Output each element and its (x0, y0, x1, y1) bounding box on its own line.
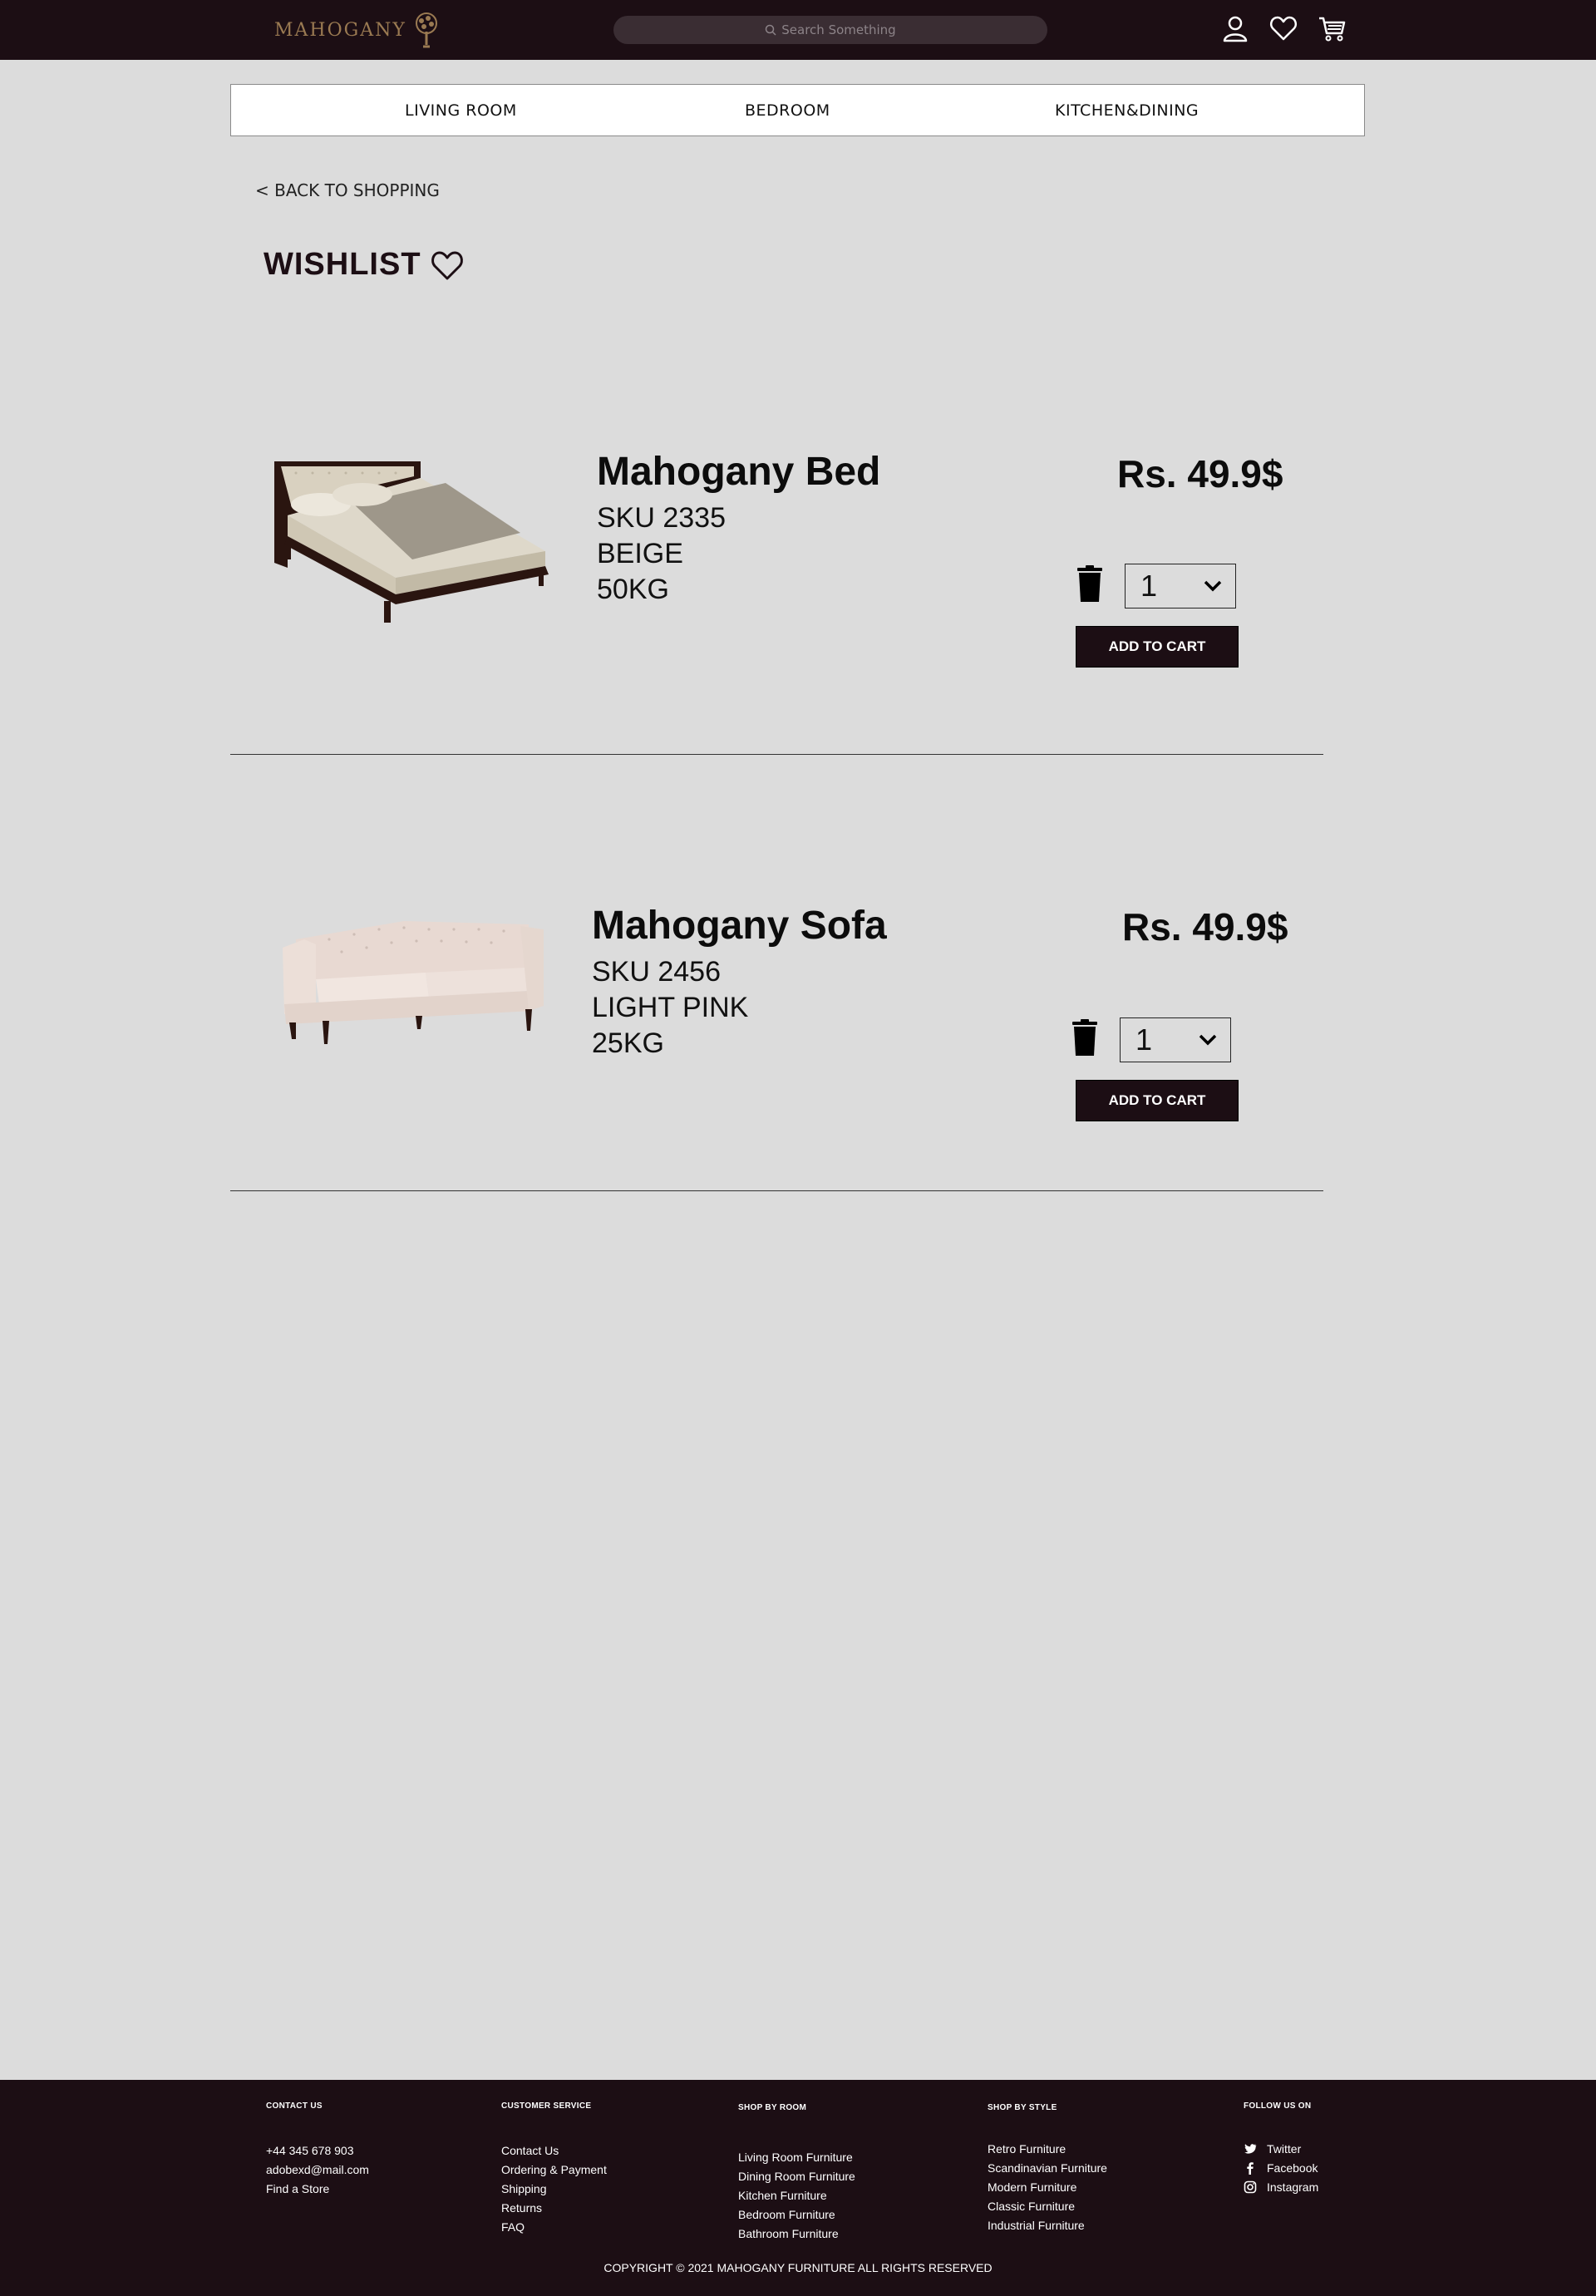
cart-icon[interactable] (1317, 13, 1347, 43)
trash-icon[interactable] (1076, 565, 1104, 604)
instagram-label: Instagram (1267, 2180, 1319, 2194)
twitter-icon (1244, 2144, 1257, 2154)
add-to-cart-button[interactable]: ADD TO CART (1076, 626, 1239, 668)
search-input[interactable]: Search Something (613, 16, 1047, 44)
trash-icon[interactable] (1071, 1019, 1099, 1057)
phone-number: +44 345 678 903 (266, 2144, 354, 2157)
footer-link[interactable]: FAQ (501, 2220, 607, 2234)
product-price: Rs. 49.9$ (1122, 905, 1288, 948)
product-name[interactable]: Mahogany Sofa (592, 903, 887, 948)
quantity-value: 1 (1140, 569, 1158, 603)
category-nav: LIVING ROOM BEDROOM KITCHEN&DINING (230, 84, 1365, 136)
page-title-text: WISHLIST (264, 247, 421, 282)
footer-link[interactable]: Classic Furniture (988, 2200, 1107, 2213)
nav-living-room[interactable]: LIVING ROOM (405, 101, 517, 120)
footer-link[interactable]: Modern Furniture (988, 2180, 1107, 2194)
chevron-down-icon (1204, 580, 1222, 592)
page-title: WISHLIST (264, 247, 465, 283)
back-to-shopping-link[interactable]: < BACK TO SHOPPING (255, 180, 440, 200)
sofa-image[interactable] (279, 914, 549, 1049)
logo[interactable]: MAHOGANY (274, 8, 443, 52)
footer-heading: SHOP BY ROOM (738, 2103, 807, 2112)
quantity-value: 1 (1135, 1022, 1153, 1057)
divider (230, 754, 1323, 755)
footer-link[interactable]: Living Room Furniture (738, 2151, 855, 2164)
footer-link[interactable]: Dining Room Furniture (738, 2170, 855, 2183)
heart-icon (431, 251, 463, 279)
product-name[interactable]: Mahogany Bed (597, 449, 880, 495)
footer-shop-by-room: SHOP BY ROOM Living Room Furniture Dinin… (738, 2103, 855, 2246)
logo-text: MAHOGANY (274, 19, 406, 41)
footer-link[interactable]: Scandinavian Furniture (988, 2161, 1107, 2175)
footer-link[interactable]: Contact Us (501, 2144, 607, 2157)
email-link[interactable]: adobexd@mail.com (266, 2163, 369, 2176)
footer-heading: SHOP BY STYLE (988, 2103, 1057, 2112)
top-bar: MAHOGANY Search Something (0, 0, 1596, 60)
nav-bedroom[interactable]: BEDROOM (745, 101, 830, 120)
product-sku: SKU 2456 (592, 956, 721, 988)
copyright: COPYRIGHT © 2021 MAHOGANY FURNITURE ALL … (603, 2261, 993, 2274)
footer-link[interactable]: Bathroom Furniture (738, 2227, 855, 2240)
heart-icon[interactable] (1268, 13, 1298, 43)
footer-link[interactable]: Bedroom Furniture (738, 2208, 855, 2221)
footer-link[interactable]: Industrial Furniture (988, 2219, 1107, 2232)
find-store-link[interactable]: Find a Store (266, 2182, 369, 2195)
footer-customer-service: CUSTOMER SERVICE Contact Us Ordering & P… (501, 2101, 607, 2239)
twitter-link[interactable]: Twitter (1244, 2142, 1318, 2156)
chevron-down-icon (1199, 1034, 1217, 1046)
footer-heading: CUSTOMER SERVICE (501, 2101, 592, 2111)
bed-image[interactable] (271, 453, 555, 628)
instagram-link[interactable]: Instagram (1244, 2180, 1318, 2194)
footer-heading: FOLLOW US ON (1244, 2101, 1312, 2111)
search-icon (766, 24, 776, 36)
facebook-link[interactable]: Facebook (1244, 2161, 1318, 2175)
twitter-label: Twitter (1267, 2142, 1302, 2156)
product-weight: 25KG (592, 1027, 664, 1059)
product-sku: SKU 2335 (597, 502, 726, 534)
footer-contact: CONTACT US +44 345 678 903 adobexd@mail.… (266, 2101, 369, 2201)
divider (230, 1190, 1323, 1191)
footer-link[interactable]: Kitchen Furniture (738, 2189, 855, 2202)
product-color: LIGHT PINK (592, 992, 749, 1023)
product-weight: 50KG (597, 574, 669, 605)
product-color: BEIGE (597, 538, 683, 569)
quantity-select[interactable]: 1 (1125, 564, 1236, 608)
user-icon[interactable] (1220, 13, 1250, 43)
tree-logo-icon (415, 12, 437, 48)
footer-link[interactable]: Shipping (501, 2182, 607, 2195)
nav-kitchen-dining[interactable]: KITCHEN&DINING (1055, 101, 1199, 120)
footer-shop-by-style: SHOP BY STYLE Retro Furniture Scandinavi… (988, 2103, 1107, 2238)
footer-link[interactable]: Ordering & Payment (501, 2163, 607, 2176)
facebook-label: Facebook (1267, 2161, 1318, 2175)
footer-link[interactable]: Returns (501, 2201, 607, 2215)
footer-follow-us: FOLLOW US ON Twitter Facebook Instagram (1244, 2101, 1318, 2200)
footer-heading: CONTACT US (266, 2101, 323, 2111)
instagram-icon (1244, 2180, 1257, 2194)
footer: CONTACT US +44 345 678 903 adobexd@mail.… (0, 2080, 1596, 2296)
facebook-icon (1247, 2162, 1254, 2175)
quantity-select[interactable]: 1 (1120, 1017, 1231, 1062)
footer-link[interactable]: Retro Furniture (988, 2142, 1107, 2156)
add-to-cart-button[interactable]: ADD TO CART (1076, 1080, 1239, 1121)
search-placeholder: Search Something (781, 22, 896, 37)
product-price: Rs. 49.9$ (1117, 452, 1283, 495)
